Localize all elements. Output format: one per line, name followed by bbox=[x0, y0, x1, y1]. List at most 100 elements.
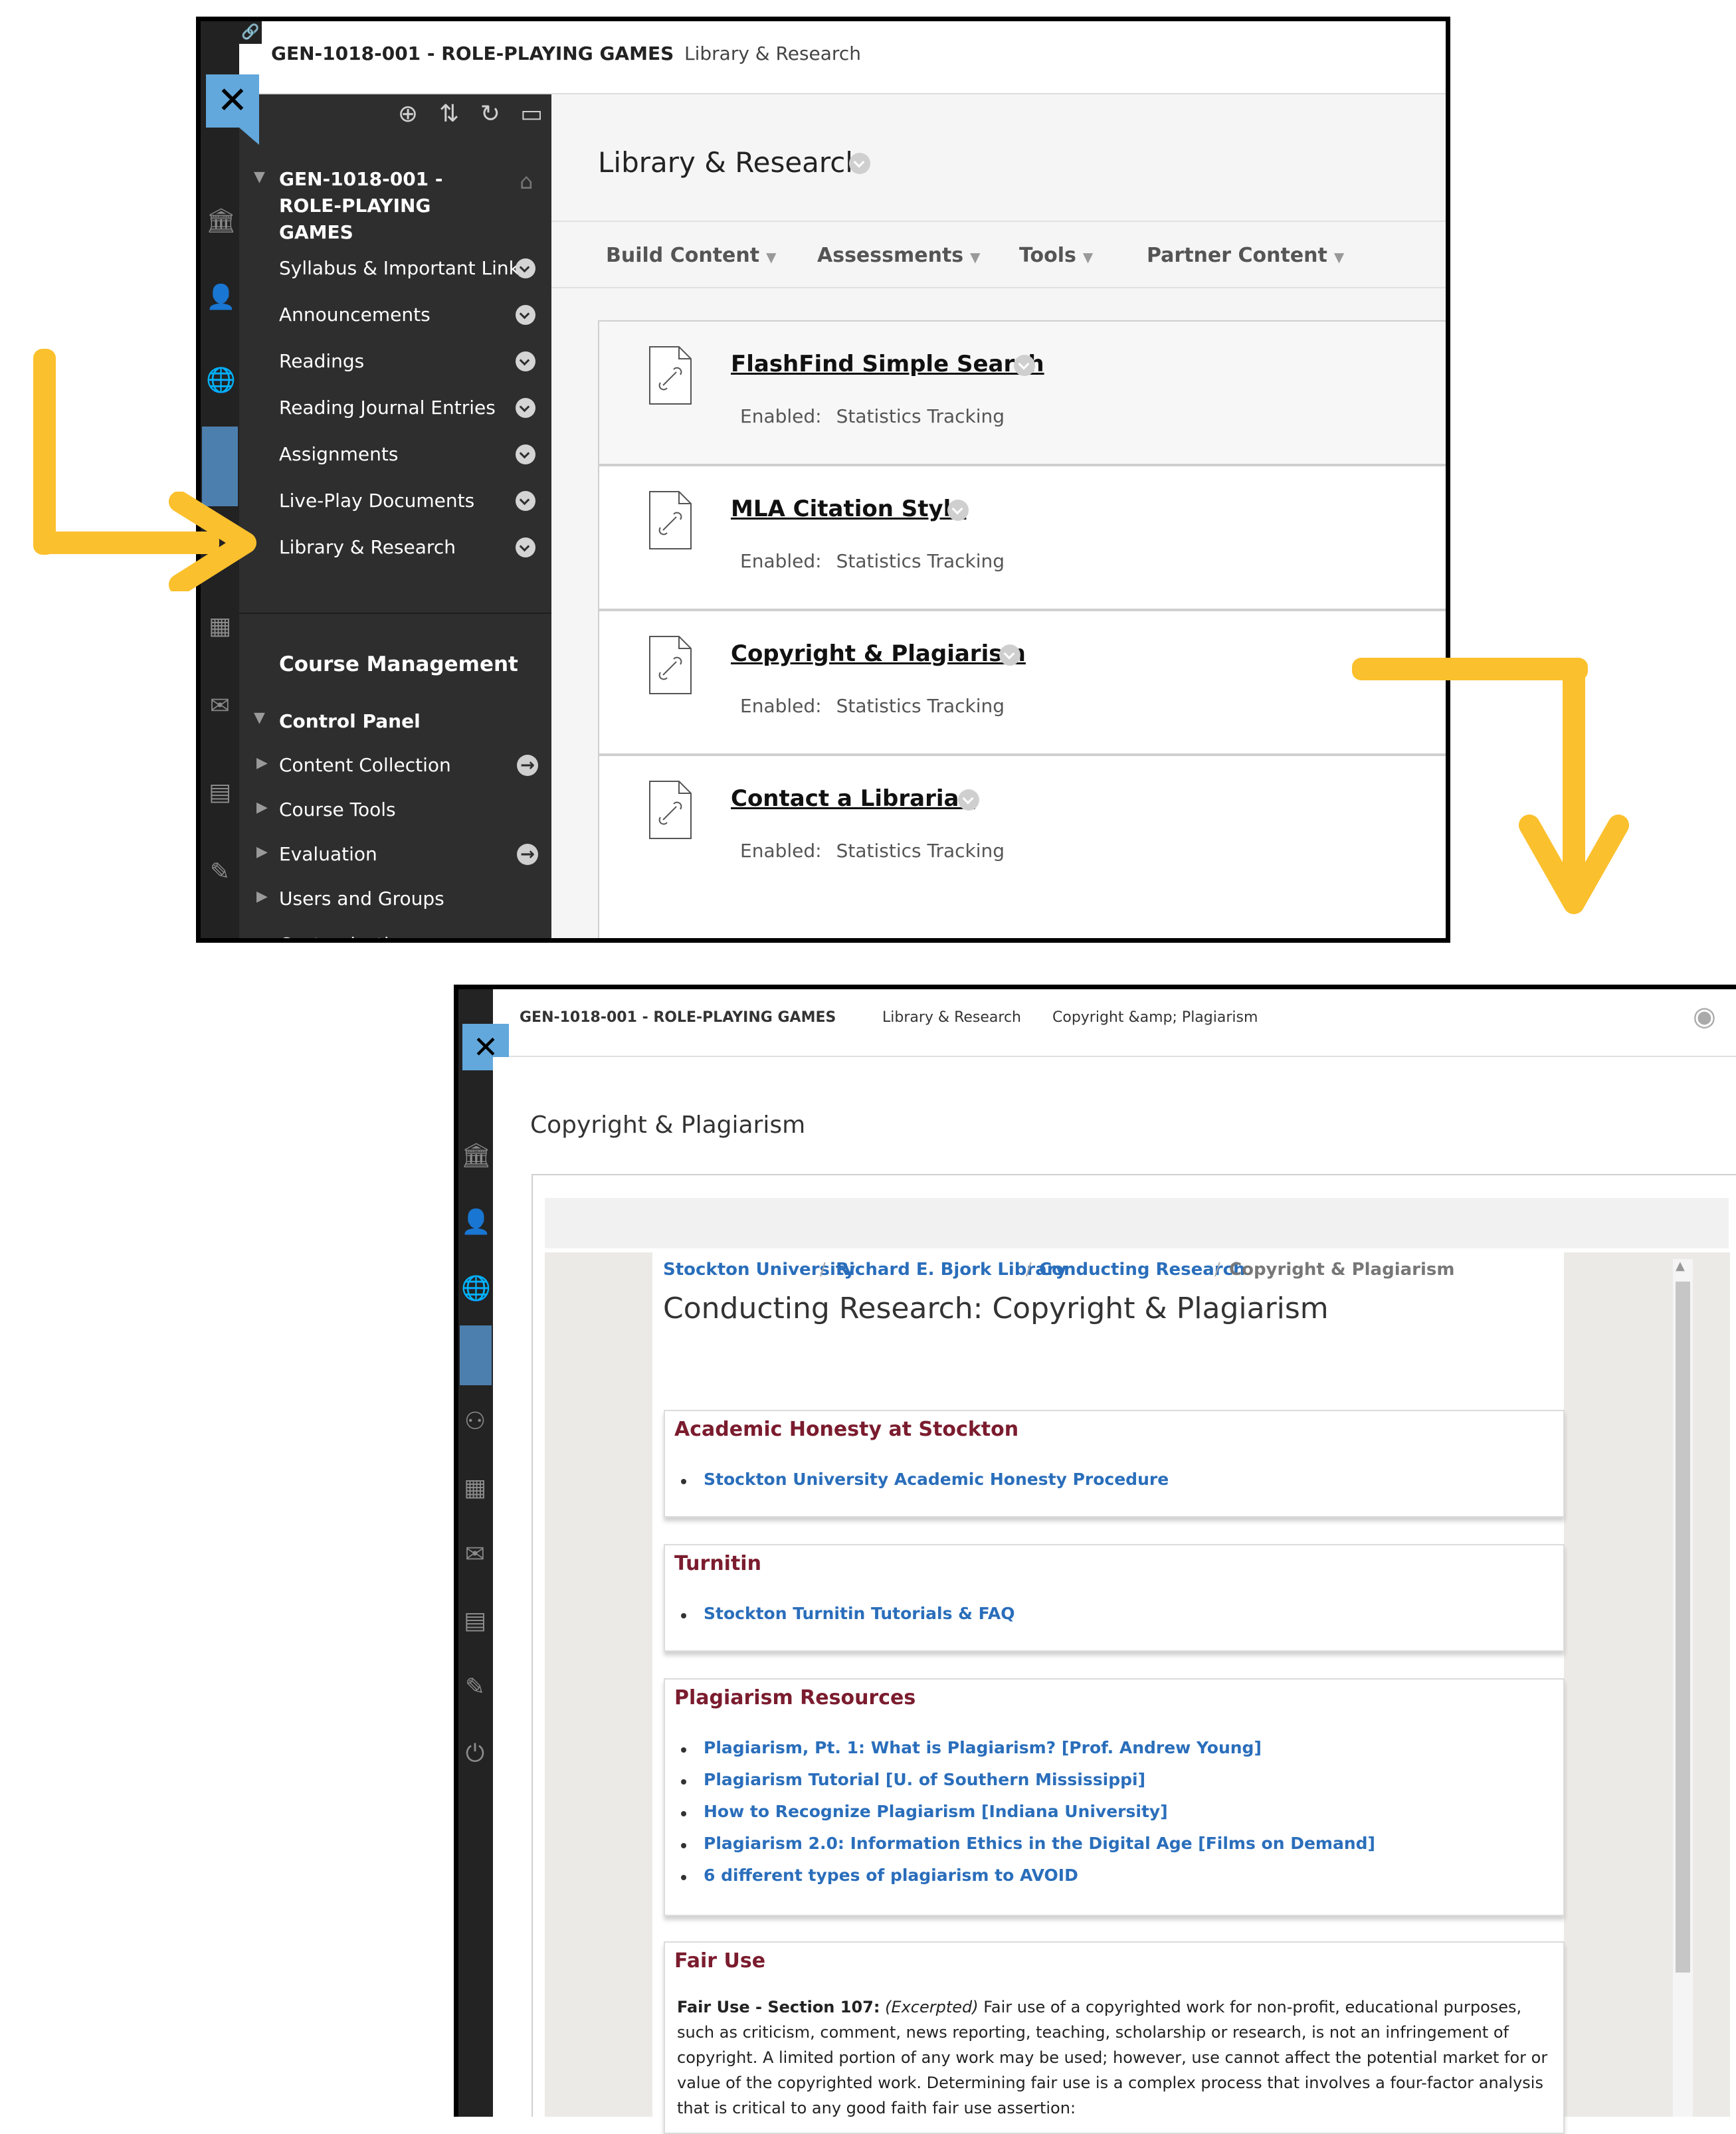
lib-breadcrumb-university[interactable]: Stockton University bbox=[663, 1260, 855, 1280]
arrow-right-icon[interactable]: → bbox=[517, 755, 538, 776]
tools-menu[interactable]: Tools ▼ bbox=[1019, 244, 1093, 267]
calendar-icon[interactable]: ▦ bbox=[461, 1474, 489, 1502]
nav-item-library-research[interactable]: Library & Research bbox=[279, 534, 456, 561]
item-options-icon[interactable] bbox=[999, 644, 1020, 666]
expand-triangle-icon[interactable]: ▶ bbox=[256, 799, 268, 816]
calendar-icon[interactable]: ▦ bbox=[206, 613, 234, 640]
scrollbar[interactable]: ▲ bbox=[1673, 1259, 1693, 2117]
eye-icon[interactable]: ◉ bbox=[1693, 1001, 1716, 1032]
breadcrumb-course[interactable]: GEN-1018-001 - ROLE-PLAYING GAMES bbox=[271, 43, 674, 64]
home-icon[interactable]: ⌂ bbox=[520, 169, 533, 194]
lib-breadcrumb-library[interactable]: Richard E. Bjork Library bbox=[836, 1260, 1067, 1280]
link-plagiarism-pt1[interactable]: Plagiarism, Pt. 1: What is Plagiarism? [… bbox=[704, 1738, 1262, 1757]
chevron-down-icon[interactable] bbox=[516, 491, 535, 511]
content-item: Contact a Librarian Enabled: Statistics T… bbox=[598, 755, 1446, 938]
chevron-down-icon[interactable] bbox=[516, 305, 535, 325]
link-academic-honesty-procedure[interactable]: Stockton University Academic Honesty Pro… bbox=[704, 1470, 1169, 1489]
fair-use-text: Fair Use - Section 107: (Excerpted) Fair… bbox=[677, 1994, 1554, 2121]
frame-gutter-left bbox=[545, 1252, 652, 2117]
section-fair-use: Fair Use Fair Use - Section 107: (Excerp… bbox=[664, 1941, 1565, 2134]
breadcrumb-folder[interactable]: Library & Research bbox=[882, 1009, 1021, 1026]
scrollbar-thumb[interactable] bbox=[1676, 1282, 1690, 1973]
courses-icon[interactable] bbox=[202, 427, 238, 506]
breadcrumb-course[interactable]: GEN-1018-001 - ROLE-PLAYING GAMES bbox=[520, 1009, 836, 1026]
panel-item-content-collection[interactable]: Content Collection bbox=[279, 752, 451, 779]
grades-icon[interactable]: ▤ bbox=[461, 1607, 489, 1635]
expand-triangle-icon[interactable]: ▶ bbox=[256, 888, 268, 905]
nav-item-syllabus[interactable]: Syllabus & Important Links bbox=[279, 255, 529, 282]
chevron-down-icon[interactable] bbox=[516, 537, 535, 557]
nav-item-live-play[interactable]: Live-Play Documents bbox=[279, 488, 474, 514]
item-link-mla[interactable]: MLA Citation Style bbox=[731, 496, 966, 522]
web-link-icon bbox=[649, 491, 692, 549]
panel-item-evaluation[interactable]: Evaluation bbox=[279, 841, 377, 868]
nav-course-title[interactable]: GEN-1018-001 - ROLE-PLAYING GAMES bbox=[279, 166, 505, 246]
arrow-down-head-icon bbox=[1519, 815, 1629, 914]
nav-item-assignments[interactable]: Assignments bbox=[279, 441, 398, 468]
expand-triangle-icon[interactable]: ▶ bbox=[256, 755, 268, 771]
enabled-label: Enabled: bbox=[740, 695, 822, 717]
bullet bbox=[681, 1479, 686, 1484]
groups-icon[interactable]: ⚇ bbox=[461, 1408, 489, 1436]
courses-icon[interactable] bbox=[460, 1325, 492, 1385]
item-link-flashfind[interactable]: FlashFind Simple Search bbox=[731, 351, 1044, 377]
item-link-contact-librarian[interactable]: Contact a Librarian bbox=[731, 785, 975, 812]
partner-content-menu[interactable]: Partner Content ▼ bbox=[1147, 244, 1344, 267]
edit-icon[interactable]: ✎ bbox=[461, 1674, 489, 1701]
add-menu-item-icon[interactable]: ⊕ bbox=[393, 100, 423, 129]
arrow-right-icon[interactable]: → bbox=[517, 844, 538, 865]
profile-icon[interactable]: 👤 bbox=[461, 1209, 491, 1236]
panel-item-users-groups[interactable]: Users and Groups bbox=[279, 886, 444, 912]
screenshot-course-menu: 🏛 👤 🌐 ▦ ✉ ▤ ✎ ⊕ ⇅ ↻ ▭ ▼ GEN-1018-001 - R… bbox=[196, 17, 1450, 943]
breadcrumb-separator: / bbox=[820, 1260, 826, 1280]
institution-icon[interactable]: 🏛 bbox=[206, 207, 237, 235]
refresh-icon[interactable]: ↻ bbox=[476, 100, 505, 129]
chevron-down-icon[interactable] bbox=[516, 398, 535, 418]
link-turnitin-tutorials[interactable]: Stockton Turnitin Tutorials & FAQ bbox=[704, 1604, 1015, 1623]
close-menu-button[interactable]: ✕ bbox=[206, 74, 259, 145]
build-content-menu[interactable]: Build Content ▼ bbox=[606, 244, 776, 267]
edit-icon[interactable]: ✎ bbox=[206, 858, 234, 886]
link-plagiarism-tutorial[interactable]: Plagiarism Tutorial [U. of Southern Miss… bbox=[704, 1770, 1145, 1789]
collapse-triangle-icon[interactable]: ▼ bbox=[254, 169, 265, 185]
content-item: Copyright & Plagiarism Enabled: Statistic… bbox=[598, 610, 1446, 755]
link-recognize-plagiarism[interactable]: How to Recognize Plagiarism [Indiana Uni… bbox=[704, 1802, 1168, 1821]
item-status: Enabled: Statistics Tracking bbox=[740, 550, 1005, 572]
build-content-label: Build Content bbox=[606, 244, 760, 267]
link-plagiarism-2[interactable]: Plagiarism 2.0: Information Ethics in th… bbox=[704, 1834, 1375, 1853]
chevron-down-icon[interactable] bbox=[516, 258, 535, 278]
grades-icon[interactable]: ▤ bbox=[206, 779, 234, 807]
nav-item-reading-journal[interactable]: Reading Journal Entries bbox=[279, 395, 496, 421]
nav-item-announcements[interactable]: Announcements bbox=[279, 302, 431, 328]
item-options-icon[interactable] bbox=[958, 789, 979, 811]
item-status: Enabled: Statistics Tracking bbox=[740, 695, 1005, 717]
mail-icon[interactable]: ✉ bbox=[461, 1541, 489, 1569]
breadcrumb-page: Library & Research bbox=[684, 43, 861, 64]
page-title-options-icon[interactable] bbox=[849, 153, 870, 174]
frame-header bbox=[545, 1198, 1729, 1248]
partner-content-label: Partner Content bbox=[1147, 244, 1327, 267]
globe-icon[interactable]: 🌐 bbox=[461, 1275, 491, 1303]
expand-triangle-icon[interactable]: ▶ bbox=[256, 844, 268, 860]
link-six-types[interactable]: 6 different types of plagiarism to AVOID bbox=[704, 1866, 1078, 1885]
institution-icon[interactable]: 🏛 bbox=[461, 1142, 492, 1170]
reorder-icon[interactable]: ⇅ bbox=[434, 100, 464, 129]
nav-item-readings[interactable]: Readings bbox=[279, 348, 364, 375]
panel-item-course-tools[interactable]: Course Tools bbox=[279, 797, 396, 823]
control-panel-heading[interactable]: Control Panel bbox=[279, 708, 421, 735]
profile-icon[interactable]: 👤 bbox=[206, 284, 236, 312]
chevron-down-icon[interactable] bbox=[516, 351, 535, 371]
globe-icon[interactable]: 🌐 bbox=[206, 367, 236, 395]
item-link-copyright[interactable]: Copyright & Plagiarism bbox=[731, 640, 1026, 667]
sign-out-icon[interactable]: ⏻ bbox=[461, 1740, 489, 1768]
collapse-triangle-icon[interactable]: ▼ bbox=[254, 710, 265, 726]
item-options-icon[interactable] bbox=[1014, 355, 1035, 376]
chevron-down-icon[interactable] bbox=[516, 444, 535, 464]
arrow-left-vertical bbox=[33, 349, 56, 555]
assessments-menu[interactable]: Assessments ▼ bbox=[817, 244, 981, 267]
panel-item-customization[interactable]: Customization bbox=[279, 931, 413, 938]
item-options-icon[interactable] bbox=[947, 500, 969, 521]
folder-view-icon[interactable]: ▭ bbox=[517, 100, 546, 129]
scroll-up-icon[interactable]: ▲ bbox=[1676, 1259, 1685, 1273]
mail-icon[interactable]: ✉ bbox=[206, 692, 234, 720]
